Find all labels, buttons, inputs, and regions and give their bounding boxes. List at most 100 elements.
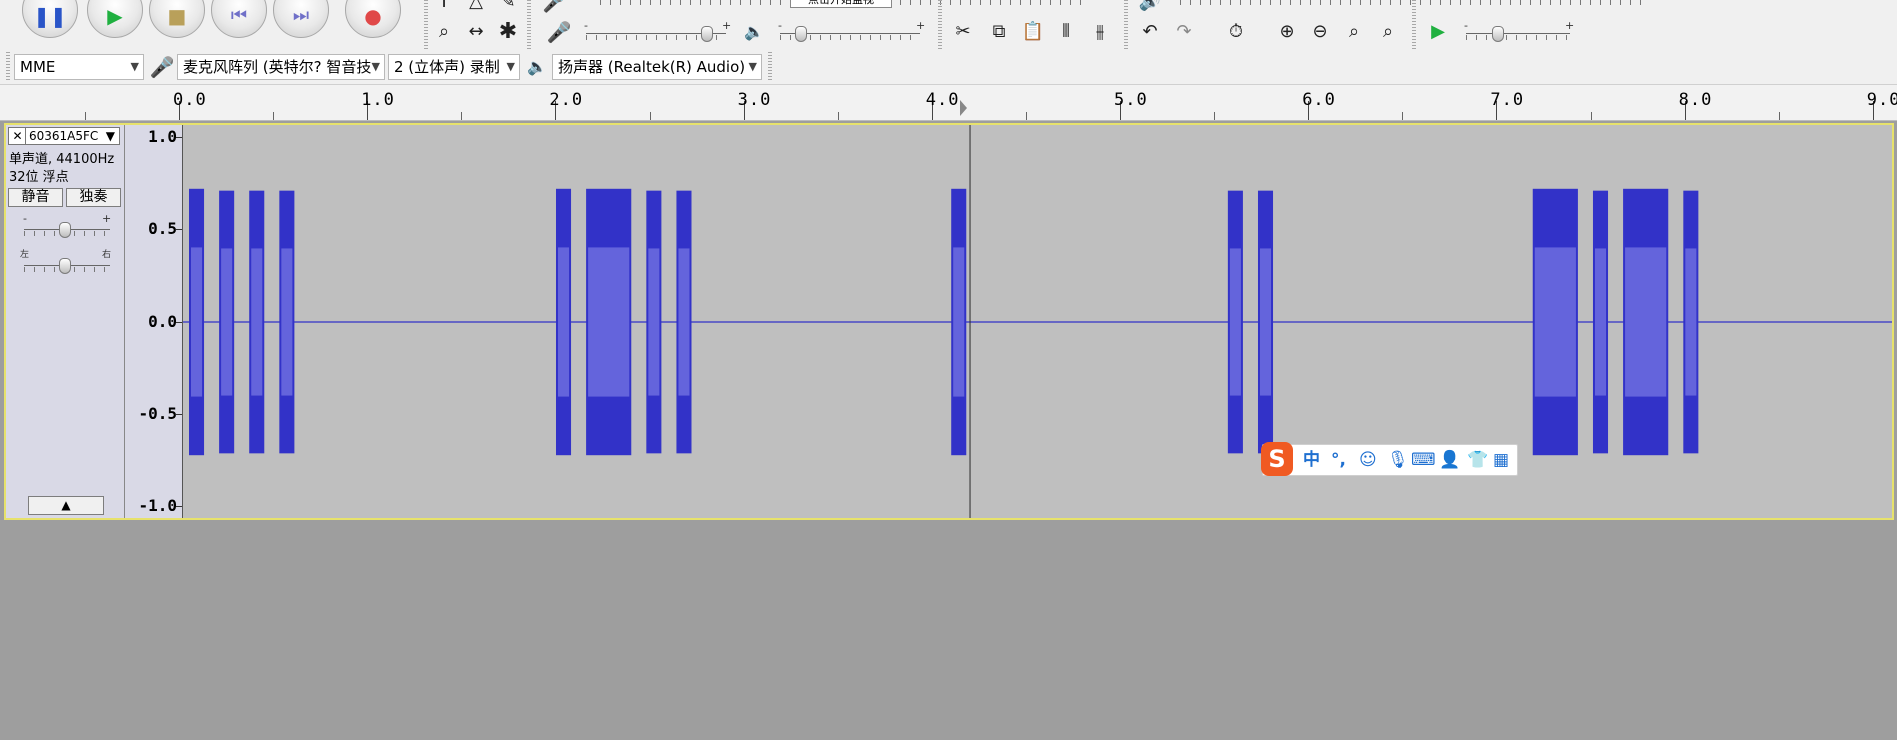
gain-minus: - — [23, 212, 27, 225]
output-device-value: 扬声器 (Realtek(R) Audio) — [558, 58, 746, 76]
track-name[interactable]: 60361A5FC — [29, 128, 98, 144]
input-device-select[interactable]: 麦克风阵列 (英特尔? 智音技 ▼ — [177, 54, 385, 80]
zoom-out-icon[interactable]: ⊖ — [1306, 18, 1334, 46]
audio-host-select[interactable]: MME ▼ — [14, 54, 144, 80]
ruler-minor-tick — [461, 112, 463, 120]
paste-icon[interactable]: 📋 — [1019, 18, 1047, 46]
toolbar-grip[interactable] — [1412, 0, 1416, 50]
stop-button[interactable]: ■ — [149, 0, 205, 38]
ruler-label: 8.0 — [1678, 90, 1713, 110]
fit-selection-icon[interactable]: ⌕ — [1340, 18, 1368, 46]
close-icon[interactable]: ✕ — [10, 128, 26, 144]
ruler-minor-tick — [649, 112, 651, 120]
pan-slider[interactable] — [59, 258, 71, 274]
input-device-value: 麦克风阵列 (英特尔? 智音技 — [183, 58, 372, 76]
toolbar-grip[interactable] — [1124, 0, 1128, 50]
toolbar-grip[interactable] — [6, 52, 10, 82]
skip-to-end-icon: ⏭ — [292, 5, 310, 26]
play-button[interactable]: ▶ — [87, 0, 143, 38]
ruler-label: 5.0 — [1114, 90, 1148, 110]
draw-tool-icon[interactable]: ✎ — [494, 0, 522, 16]
channels-select[interactable]: 2 (立体声) 录制 ▼ — [388, 54, 520, 80]
selection-tool-icon[interactable]: I — [430, 0, 458, 16]
toolbar-area: ❚❚ ▶ ■ ⏮ ⏭ ● I △ ✎ ⌕ ↔ ✱ 🎤 点击开始监视 🎤 - + … — [0, 0, 1897, 51]
silence-icon[interactable]: ⫵ — [1086, 18, 1114, 46]
track-menu-dropdown-icon[interactable]: ▼ — [106, 128, 115, 144]
toolbar-grip[interactable] — [424, 0, 428, 50]
meter-tooltip: 点击开始监视 — [790, 0, 892, 8]
mute-button[interactable]: 静音 — [8, 188, 63, 207]
fit-project-icon[interactable]: ⌕ — [1374, 18, 1402, 46]
zoom-in-icon[interactable]: ⊕ — [1273, 18, 1301, 46]
user-icon[interactable]: 👤 — [1439, 448, 1460, 472]
grid-icon[interactable]: ▦ — [1493, 448, 1509, 472]
vertical-amplitude-ruler[interactable]: 1.0 0.5 0.0 -0.5 -1.0 — [125, 125, 183, 518]
toolbar-grip[interactable] — [938, 0, 942, 50]
play-speed-slider[interactable] — [1492, 26, 1504, 42]
ime-toolbar[interactable]: S 中 °, ☺ 🎙 ⌨ 👤 👕 ▦ — [1261, 442, 1518, 476]
pan-right-label: 右 — [102, 250, 112, 260]
waveform-burst — [1227, 190, 1243, 454]
play-head-marker-icon[interactable] — [960, 100, 968, 116]
track-format-info: 单声道, 44100Hz — [9, 152, 115, 167]
gain-plus: + — [102, 212, 112, 225]
ime-language-mode[interactable]: 中 — [1303, 448, 1320, 472]
ruler-minor-tick — [84, 112, 86, 120]
play-meter-icon: 🔊 — [1138, 0, 1162, 12]
track-title-bar[interactable]: ✕ 60361A5FC ▼ — [8, 127, 120, 145]
ruler-label: 9.0 — [1866, 90, 1897, 110]
skip-to-start-button[interactable]: ⏮ — [211, 0, 267, 38]
keyboard-icon[interactable]: ⌨ — [1411, 448, 1436, 472]
waveform-burst — [951, 188, 967, 456]
pause-button[interactable]: ❚❚ — [22, 0, 78, 38]
copy-icon[interactable]: ⧉ — [985, 18, 1013, 46]
sogou-logo-icon[interactable]: S — [1261, 442, 1293, 476]
collapse-track-button[interactable]: ▲ — [28, 496, 104, 515]
microphone-icon[interactable]: 🎙 — [1387, 448, 1409, 472]
toolbar-grip[interactable] — [527, 0, 531, 50]
waveform-burst — [676, 190, 692, 454]
gain-slider[interactable] — [59, 222, 71, 238]
amplitude-label: -0.5 — [138, 403, 177, 423]
record-volume-minus: - — [584, 19, 588, 32]
ruler-label: 7.0 — [1490, 90, 1525, 110]
timeline-ruler[interactable]: 0.0 1.0 2.0 3.0 4.0 5.0 6.0 7.0 8.0 9.0 — [0, 85, 1897, 121]
waveform-burst — [219, 190, 235, 454]
sync-lock-icon[interactable]: ⏱ — [1222, 18, 1250, 46]
record-volume-slider[interactable] — [701, 26, 713, 42]
waveform-svg[interactable] — [183, 125, 1892, 518]
pan-left-label: 左 — [20, 250, 30, 260]
play-at-speed-icon[interactable]: ▶ — [1424, 18, 1452, 46]
toolbar-grip[interactable] — [768, 52, 772, 82]
amplitude-label: 1.0 — [148, 127, 177, 146]
trim-icon[interactable]: ⫴ — [1052, 18, 1080, 46]
time-shift-tool-icon[interactable]: ↔ — [462, 18, 490, 46]
amplitude-label: 0.5 — [148, 219, 177, 239]
solo-button[interactable]: 独奏 — [66, 188, 121, 207]
waveform-burst — [1592, 190, 1609, 454]
chevron-down-icon: ▼ — [130, 60, 139, 73]
microphone-icon: 🎤 — [546, 20, 572, 44]
undo-icon[interactable]: ↶ — [1136, 18, 1164, 46]
waveform-burst — [1257, 190, 1274, 454]
envelope-tool-icon[interactable]: △ — [462, 0, 490, 16]
stop-icon: ■ — [167, 4, 187, 28]
multi-tool-icon[interactable]: ✱ — [494, 18, 522, 46]
chevron-down-icon: ▼ — [506, 60, 515, 73]
record-button[interactable]: ● — [345, 0, 401, 38]
ruler-minor-tick — [1778, 112, 1780, 120]
emoji-icon[interactable]: ☺ — [1359, 448, 1377, 472]
cut-icon[interactable]: ✂ — [949, 18, 977, 46]
waveform-burst — [555, 188, 572, 456]
play-icon: ▶ — [107, 4, 123, 28]
zoom-tool-icon[interactable]: ⌕ — [430, 18, 458, 46]
speed-track[interactable] — [1466, 33, 1570, 34]
device-toolbar: MME ▼ 🎤 麦克风阵列 (英特尔? 智音技 ▼ 2 (立体声) 录制 ▼ 🔈… — [0, 50, 1897, 85]
output-device-select[interactable]: 扬声器 (Realtek(R) Audio) ▼ — [552, 54, 762, 80]
shirt-icon[interactable]: 👕 — [1467, 448, 1488, 472]
play-volume-slider[interactable] — [795, 26, 807, 42]
ime-punctuation-mode[interactable]: °, — [1331, 448, 1346, 472]
redo-icon[interactable]: ↷ — [1170, 18, 1198, 46]
waveform-area[interactable] — [183, 125, 1892, 518]
skip-to-end-button[interactable]: ⏭ — [273, 0, 329, 38]
